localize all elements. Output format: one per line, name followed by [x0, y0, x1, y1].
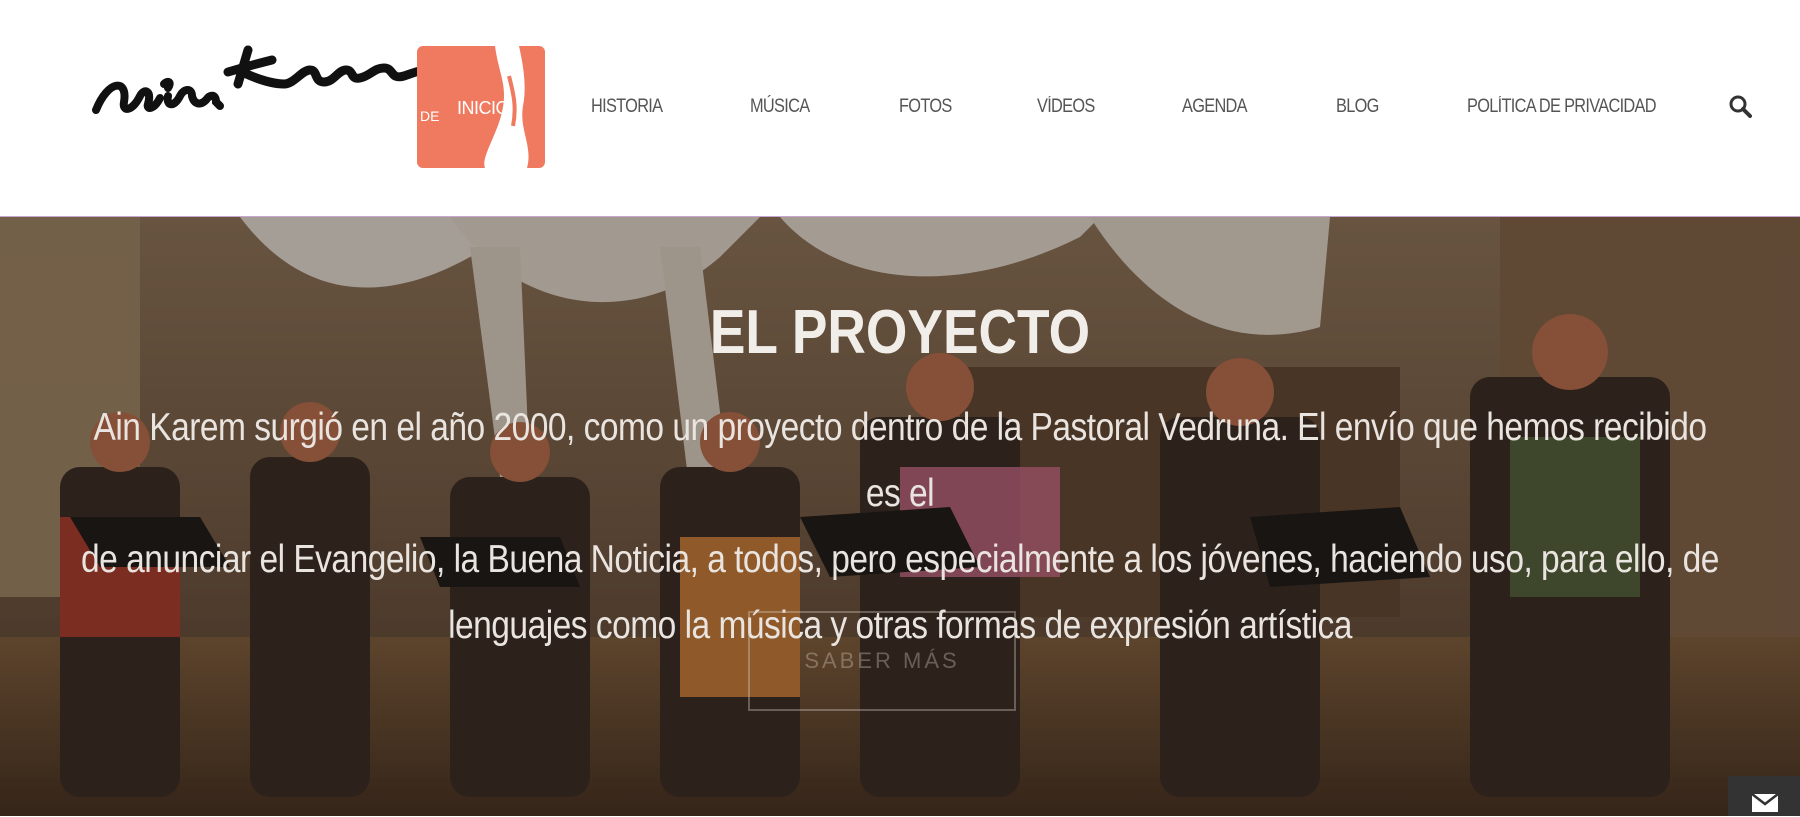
home-tile[interactable]: DE INICIO: [417, 46, 545, 168]
hero-section: EL PROYECTO Ain Karem surgió en el año 2…: [0, 217, 1800, 816]
nav-musica[interactable]: MÚSICA: [750, 96, 810, 118]
nav-politica-privacidad[interactable]: POLÍTICA DE PRIVACIDAD: [1467, 96, 1657, 118]
logo[interactable]: [88, 40, 458, 130]
nav-blog[interactable]: BLOG: [1336, 96, 1379, 118]
mail-icon: [1751, 793, 1779, 817]
search-icon[interactable]: [1728, 94, 1752, 118]
hero-title: EL PROYECTO: [709, 298, 1091, 367]
hero-line: Ain Karem surgió en el año 2000, como un…: [93, 406, 1707, 515]
nav-fotos[interactable]: FOTOS: [899, 96, 952, 118]
site-header: DE INICIO HISTORIA MÚSICA FOTOS VÍDEOS A…: [0, 0, 1800, 217]
music-note-icon: DE: [420, 108, 440, 124]
contact-mail-button[interactable]: [1728, 776, 1800, 816]
home-link[interactable]: INICIO: [457, 98, 510, 119]
hero-line: de anunciar el Evangelio, la Buena Notic…: [81, 538, 1719, 581]
nav-agenda[interactable]: AGENDA: [1182, 96, 1248, 118]
saber-mas-button[interactable]: SABER MÁS: [748, 611, 1016, 711]
logo-signature: [92, 45, 443, 114]
nav-videos[interactable]: VÍDEOS: [1037, 96, 1095, 118]
nav-historia[interactable]: HISTORIA: [591, 96, 663, 118]
